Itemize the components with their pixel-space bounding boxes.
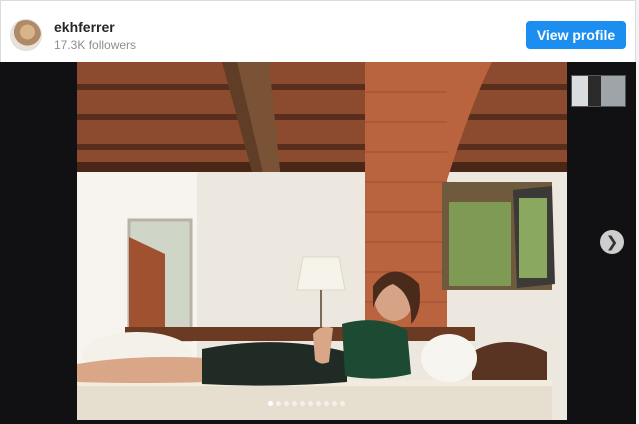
chevron-right-icon: ❯ [605,233,619,251]
carousel-dot[interactable] [324,401,329,406]
carousel-dot[interactable] [332,401,337,406]
carousel-dot[interactable] [300,401,305,406]
carousel-dot[interactable] [284,401,289,406]
post-photo[interactable] [77,62,567,420]
avatar[interactable] [10,19,42,51]
follower-count: 17.3K followers [54,38,137,52]
media-viewer: ❯ [0,62,636,424]
carousel-dot[interactable] [268,401,273,406]
photo-illustration [77,62,567,420]
view-profile-button[interactable]: View profile [526,21,626,49]
carousel-dot[interactable] [340,401,345,406]
carousel-dot[interactable] [316,401,321,406]
next-slide-button[interactable]: ❯ [600,230,624,254]
carousel-dot[interactable] [276,401,281,406]
thumbnail-preview[interactable] [571,75,626,107]
username[interactable]: ekhferrer [54,19,115,35]
profile-header: ekhferrer 17.3K followers View profile [0,0,636,62]
carousel-indicator [268,401,345,406]
carousel-dot[interactable] [308,401,313,406]
carousel-dot[interactable] [292,401,297,406]
